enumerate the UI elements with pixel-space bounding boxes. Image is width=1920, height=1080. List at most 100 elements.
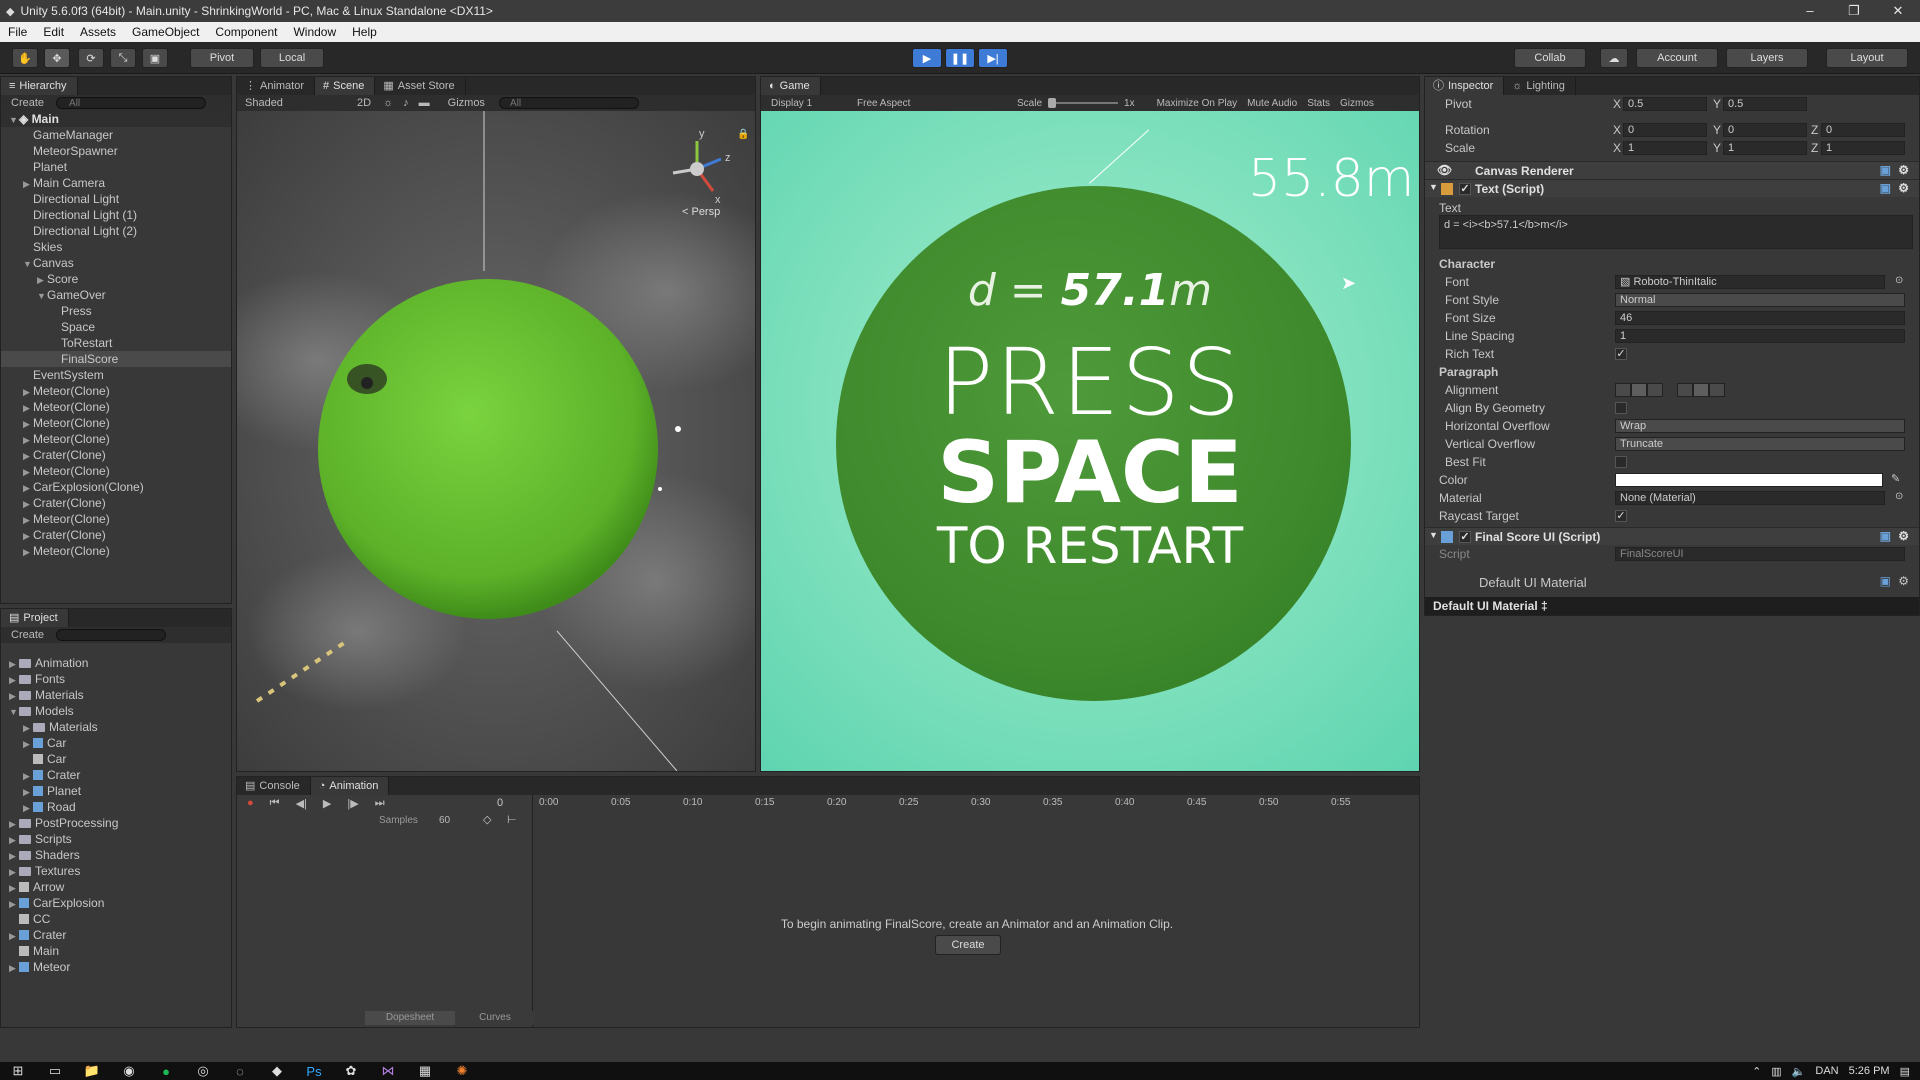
- vertical-overflow-dropdown[interactable]: Truncate: [1615, 437, 1905, 451]
- expand-arrow-icon[interactable]: ▶: [9, 896, 19, 912]
- rotation-z-field[interactable]: 0: [1821, 123, 1905, 137]
- chrome-icon[interactable]: ◉: [119, 1063, 139, 1079]
- project-item[interactable]: ▶ Shaders: [1, 847, 231, 863]
- best-fit-checkbox[interactable]: [1615, 456, 1627, 468]
- align-geometry-checkbox[interactable]: [1615, 402, 1627, 414]
- menu-component[interactable]: Component: [207, 25, 285, 39]
- rich-text-checkbox[interactable]: ✓: [1615, 348, 1627, 360]
- font-field[interactable]: ▧ Roboto-ThinItalic: [1615, 275, 1885, 289]
- raycast-target-checkbox[interactable]: ✓: [1615, 510, 1627, 522]
- expand-arrow-icon[interactable]: ▶: [23, 720, 33, 736]
- game-gizmos-dropdown[interactable]: Gizmos: [1340, 98, 1374, 109]
- tab-game[interactable]: ◐ Game: [761, 77, 821, 95]
- cloud-button[interactable]: ☁: [1600, 48, 1628, 68]
- expand-arrow-icon[interactable]: ▶: [23, 432, 33, 448]
- menu-help[interactable]: Help: [344, 25, 385, 39]
- hierarchy-search-input[interactable]: [56, 97, 207, 109]
- project-item[interactable]: ▼ Models: [1, 703, 231, 719]
- expand-arrow-icon[interactable]: ▶: [23, 480, 33, 496]
- project-item[interactable]: ▶ Fonts: [1, 671, 231, 687]
- browser-icon[interactable]: ◌: [230, 1063, 250, 1079]
- object-picker-icon[interactable]: ⊙: [1895, 491, 1903, 502]
- align-center-button[interactable]: [1631, 383, 1647, 397]
- hierarchy-item[interactable]: ▼GameOver: [1, 287, 231, 303]
- menu-gameobject[interactable]: GameObject: [124, 25, 207, 39]
- collapse-arrow-icon[interactable]: ▼: [1429, 182, 1438, 192]
- help-icon[interactable]: ▣: [1880, 163, 1891, 177]
- lock-icon[interactable]: 🔒: [737, 128, 749, 140]
- expand-arrow-icon[interactable]: ▶: [23, 544, 33, 560]
- preview-bar[interactable]: Default UI Material ‡: [1425, 597, 1919, 615]
- eyedropper-icon[interactable]: ✎: [1891, 472, 1900, 485]
- project-item[interactable]: ▶ Crater: [1, 767, 231, 783]
- expand-arrow-icon[interactable]: ▶: [9, 816, 19, 832]
- expand-arrow-icon[interactable]: ▶: [9, 848, 19, 864]
- project-item[interactable]: ▶ Animation: [1, 655, 231, 671]
- pivot-y-field[interactable]: 0.5: [1723, 97, 1807, 111]
- persp-label[interactable]: < Persp: [682, 206, 720, 218]
- hierarchy-item[interactable]: ▶ Crater(Clone): [1, 447, 231, 463]
- rotation-x-field[interactable]: 0: [1623, 123, 1707, 137]
- samples-field[interactable]: 60: [439, 815, 450, 826]
- add-event-icon[interactable]: ⊢: [507, 813, 517, 826]
- expand-arrow-icon[interactable]: ▶: [23, 496, 33, 512]
- expand-arrow-icon[interactable]: ▼: [37, 288, 47, 304]
- align-bottom-button[interactable]: [1709, 383, 1725, 397]
- menu-file[interactable]: File: [0, 25, 35, 39]
- final-score-enabled-checkbox[interactable]: ✓: [1459, 531, 1471, 543]
- windows-start-icon[interactable]: ⊞: [8, 1063, 28, 1079]
- hierarchy-item[interactable]: Directional Light: [1, 191, 231, 207]
- align-left-button[interactable]: [1615, 383, 1631, 397]
- expand-arrow-icon[interactable]: ▶: [9, 864, 19, 880]
- menu-assets[interactable]: Assets: [72, 25, 124, 39]
- expand-arrow-icon[interactable]: ▶: [23, 448, 33, 464]
- expand-arrow-icon[interactable]: ▶: [9, 656, 19, 672]
- hierarchy-item[interactable]: ▶ Meteor(Clone): [1, 511, 231, 527]
- restore-button[interactable]: ❐: [1832, 0, 1876, 22]
- dopesheet-tab[interactable]: Dopesheet: [365, 1011, 455, 1025]
- display-dropdown[interactable]: Display 1: [771, 98, 857, 109]
- frame-field[interactable]: 0: [497, 797, 503, 809]
- notifications-icon[interactable]: ▤: [1900, 1065, 1910, 1078]
- tab-animation[interactable]: ◔ Animation: [310, 777, 390, 795]
- hierarchy-item[interactable]: ▶ Meteor(Clone): [1, 431, 231, 447]
- step-button[interactable]: ▶|: [978, 48, 1008, 68]
- task-view-icon[interactable]: ▭: [45, 1063, 65, 1079]
- tab-scene[interactable]: # Scene: [315, 77, 376, 95]
- pivot-x-field[interactable]: 0.5: [1623, 97, 1707, 111]
- font-style-dropdown[interactable]: Normal: [1615, 293, 1905, 307]
- photoshop-icon[interactable]: Ps: [304, 1063, 324, 1079]
- curves-tab[interactable]: Curves: [455, 1011, 535, 1025]
- hierarchy-item[interactable]: ▶ Score: [1, 271, 231, 287]
- unity-taskbar-icon[interactable]: ◆: [267, 1063, 287, 1079]
- hierarchy-item[interactable]: ▼Canvas: [1, 255, 231, 271]
- tab-inspector[interactable]: ⓘ Inspector: [1425, 77, 1505, 95]
- scale-x-field[interactable]: 1: [1623, 141, 1707, 155]
- hierarchy-item[interactable]: EventSystem: [1, 367, 231, 383]
- timeline-ruler[interactable]: 0:00 0:05 0:10 0:15 0:20 0:25 0:30 0:35 0:40 0:45…: [535, 795, 1409, 811]
- project-item[interactable]: ▶ Meteor: [1, 959, 231, 975]
- hierarchy-create-button[interactable]: Create: [11, 97, 44, 109]
- hierarchy-item[interactable]: ▶ Meteor(Clone): [1, 415, 231, 431]
- spotify-icon[interactable]: ●: [156, 1063, 176, 1079]
- add-keyframe-icon[interactable]: ◇: [483, 813, 491, 826]
- project-item[interactable]: Car: [1, 751, 231, 767]
- expand-arrow-icon[interactable]: ▶: [37, 272, 47, 288]
- scene-search-input[interactable]: [498, 97, 639, 109]
- local-button[interactable]: Local: [260, 48, 324, 68]
- expand-arrow-icon[interactable]: ▶: [23, 176, 33, 192]
- align-middle-button[interactable]: [1693, 383, 1709, 397]
- project-create-button[interactable]: Create: [11, 629, 44, 641]
- record-icon[interactable]: ●: [247, 797, 254, 810]
- tray-expand-icon[interactable]: ⌃: [1752, 1065, 1761, 1078]
- hierarchy-item[interactable]: MeteorSpawner: [1, 143, 231, 159]
- steam-icon[interactable]: ◎: [193, 1063, 213, 1079]
- project-search-input[interactable]: [56, 629, 167, 641]
- tab-asset-store[interactable]: ▦ Asset Store: [375, 77, 466, 95]
- minimize-button[interactable]: –: [1788, 0, 1832, 22]
- game-viewport[interactable]: 55.8m d = 57.1m PRESS SPACE TO RESTART ➤: [761, 111, 1419, 771]
- expand-arrow-icon[interactable]: ▶: [23, 528, 33, 544]
- scene-gizmos-dropdown[interactable]: Gizmos: [448, 97, 485, 109]
- stats-toggle[interactable]: Stats: [1307, 98, 1330, 109]
- pause-button[interactable]: ❚❚: [945, 48, 975, 68]
